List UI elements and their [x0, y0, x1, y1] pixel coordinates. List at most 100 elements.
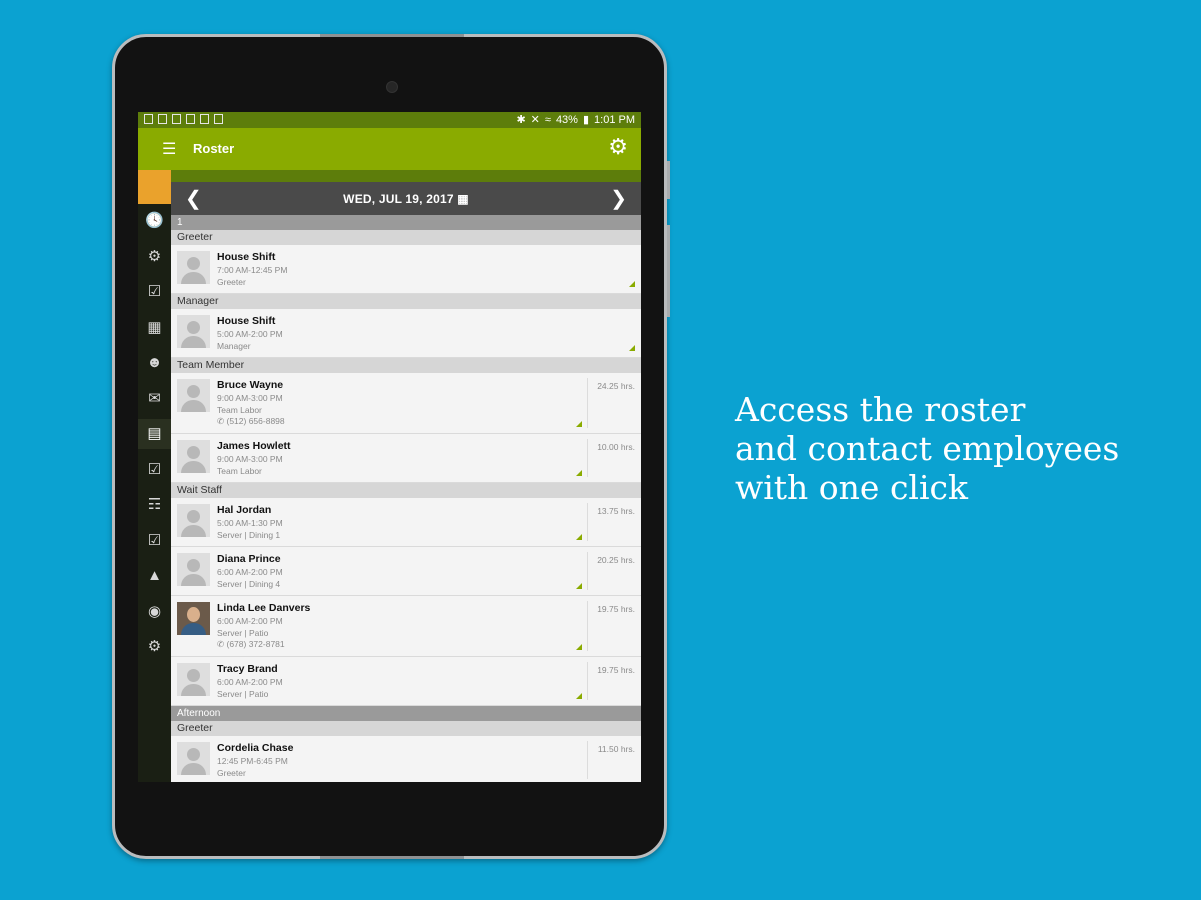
- role-header: Greeter: [171, 230, 641, 245]
- hours-divider: [587, 503, 588, 541]
- employee-name: Cordelia Chase: [217, 742, 294, 754]
- employee-name: James Howlett: [217, 440, 291, 452]
- calendar-check-icon-2[interactable]: ☑: [138, 526, 171, 556]
- caption-line-2: and contact employees: [735, 429, 1120, 468]
- employee-name: House Shift: [217, 315, 276, 327]
- person-icon: [144, 114, 153, 124]
- graduation-cap-icon[interactable]: ◉: [138, 597, 171, 627]
- hours-total: 13.75 hrs.: [597, 506, 635, 516]
- date-label[interactable]: WED, JUL 19, 2017 ▦: [171, 192, 641, 206]
- front-camera: [386, 81, 398, 93]
- nav-rail: 🕓 ⚙ ☑ ▦ ☻ ✉ ▤ ☑ ☶ ☑ ▲ ◉ ⚙: [138, 170, 171, 782]
- chevron-right-icon[interactable]: ❯: [610, 186, 627, 211]
- hours-divider: [587, 662, 588, 700]
- list-item[interactable]: House Shift 7:00 AM-12:45 PM Greeter: [171, 245, 641, 294]
- battery-level: 43%: [555, 113, 578, 126]
- shift-detail: Manager: [217, 341, 251, 351]
- hours-divider: [587, 601, 588, 651]
- employee-name: Tracy Brand: [217, 663, 278, 675]
- hours-divider: [587, 741, 588, 779]
- status-icons-right: ✱ ✕ ≈ 43% ▮ 1:01 PM: [516, 113, 635, 127]
- phone-link[interactable]: ✆ (512) 656-8898: [217, 416, 285, 427]
- shift-time: 6:00 AM-2:00 PM: [217, 616, 283, 626]
- avatar: [177, 742, 210, 775]
- nav-rail-active-indicator: [138, 170, 171, 204]
- hours-divider: [587, 439, 588, 477]
- role-header: Wait Staff: [171, 483, 641, 498]
- page-title: Roster: [193, 141, 235, 156]
- marketing-caption: Access the roster and contact employees …: [735, 390, 1119, 507]
- mute-icon: ✕: [530, 114, 540, 126]
- phone-icon: ✆: [217, 639, 225, 649]
- hours-divider: [587, 378, 588, 428]
- employee-name: House Shift: [217, 251, 276, 263]
- shift-time: 6:00 AM-2:00 PM: [217, 567, 283, 577]
- shift-time: 7:00 AM-12:45 PM: [217, 265, 288, 275]
- role-header: Manager: [171, 294, 641, 309]
- menu-icon[interactable]: ☰: [162, 139, 176, 159]
- grid-icon: [200, 114, 209, 124]
- image-icon: [158, 114, 167, 124]
- clipboard-icon: [172, 114, 181, 124]
- list-item[interactable]: Bruce Wayne 9:00 AM-3:00 PM Team Labor ✆…: [171, 373, 641, 434]
- expand-corner-icon: [576, 470, 582, 476]
- power-button: [667, 161, 670, 199]
- expand-corner-icon: [629, 345, 635, 351]
- list-item[interactable]: James Howlett 9:00 AM-3:00 PM Team Labor…: [171, 434, 641, 483]
- expand-corner-icon: [576, 583, 582, 589]
- employee-name: Diana Prince: [217, 553, 281, 565]
- list-item[interactable]: Tracy Brand 6:00 AM-2:00 PM Server | Pat…: [171, 657, 641, 706]
- shift-detail: Server | Dining 4: [217, 579, 281, 589]
- app-bar: ☰ Roster ⚙: [138, 128, 641, 170]
- mail-icon[interactable]: ✉: [138, 384, 171, 414]
- list-item[interactable]: Hal Jordan 5:00 AM-1:30 PM Server | Dini…: [171, 498, 641, 547]
- shift-time: 12:45 PM-6:45 PM: [217, 756, 288, 766]
- app-screen: ✱ ✕ ≈ 43% ▮ 1:01 PM ☰ Roster ⚙ 🕓 ⚙ ☑ ▦ ☻…: [138, 112, 641, 782]
- tablet-top-edge: [320, 34, 464, 37]
- hours-total: 24.25 hrs.: [597, 381, 635, 391]
- hours-total: 19.75 hrs.: [597, 665, 635, 675]
- expand-corner-icon: [629, 281, 635, 287]
- play-store-icon: [214, 114, 223, 124]
- gear-cog-icon[interactable]: ⚙: [138, 242, 171, 272]
- shift-time: 5:00 AM-2:00 PM: [217, 329, 283, 339]
- expand-corner-icon: [576, 693, 582, 699]
- calendar-check-icon[interactable]: ☑: [138, 277, 171, 307]
- checkbox-icon[interactable]: ☑: [138, 455, 171, 485]
- shift-detail: Server | Patio: [217, 689, 269, 699]
- hours-total: 20.25 hrs.: [597, 555, 635, 565]
- employee-name: Bruce Wayne: [217, 379, 284, 391]
- book-icon[interactable]: ☶: [138, 490, 171, 520]
- hours-total: 11.50 hrs.: [597, 744, 635, 754]
- shift-time: 9:00 AM-3:00 PM: [217, 393, 283, 403]
- list-item[interactable]: Cordelia Chase 12:45 PM-6:45 PM Greeter …: [171, 736, 641, 782]
- roster-list[interactable]: 1 Greeter House Shift 7:00 AM-12:45 PM G…: [171, 215, 641, 782]
- role-header: Greeter: [171, 721, 641, 736]
- gear-icon[interactable]: ⚙: [608, 134, 628, 160]
- avatar: [177, 663, 210, 696]
- avatar: [177, 251, 210, 284]
- clock-icon[interactable]: 🕓: [138, 206, 171, 236]
- phone-link[interactable]: ✆ (678) 372-8781: [217, 639, 285, 650]
- status-bar: ✱ ✕ ≈ 43% ▮ 1:01 PM: [138, 112, 641, 128]
- person-icon[interactable]: ☻: [138, 348, 171, 378]
- list-item[interactable]: House Shift 5:00 AM-2:00 PM Manager: [171, 309, 641, 358]
- chart-icon[interactable]: ▲: [138, 561, 171, 591]
- shift-detail: Greeter: [217, 277, 246, 287]
- avatar: [177, 315, 210, 348]
- list-item[interactable]: Diana Prince 6:00 AM-2:00 PM Server | Di…: [171, 547, 641, 596]
- settings-icon[interactable]: ⚙: [138, 632, 171, 662]
- tablet-bottom-edge: [320, 856, 464, 859]
- date-navigator: ❮ WED, JUL 19, 2017 ▦ ❯: [171, 182, 641, 215]
- caption-line-3: with one click: [735, 468, 969, 507]
- list-item[interactable]: Linda Lee Danvers 6:00 AM-2:00 PM Server…: [171, 596, 641, 657]
- shift-detail: Team Labor: [217, 466, 262, 476]
- document-icon[interactable]: ▤: [138, 419, 171, 449]
- avatar-photo: [177, 602, 210, 635]
- app-sub-bar: [138, 170, 641, 182]
- shift-time: 9:00 AM-3:00 PM: [217, 454, 283, 464]
- calendar-icon[interactable]: ▦: [138, 313, 171, 343]
- avatar: [177, 440, 210, 473]
- role-header: Team Member: [171, 358, 641, 373]
- photo-icon: [186, 114, 195, 124]
